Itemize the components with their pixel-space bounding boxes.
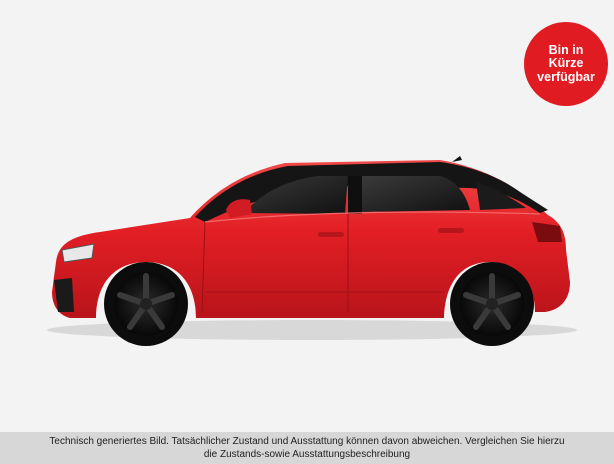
- b-pillar: [348, 176, 362, 214]
- car-image[interactable]: [0, 0, 614, 432]
- car-side-view-image: [47, 156, 577, 346]
- disclaimer-line-1: Technisch generiertes Bild. Tatsächliche…: [49, 436, 565, 447]
- availability-badge: Bin in Kürze verfügbar: [524, 22, 608, 106]
- rear-wheel: [450, 262, 534, 346]
- image-disclaimer: Technisch generiertes Bild. Tatsächliche…: [0, 432, 614, 464]
- front-door-handle: [318, 232, 344, 237]
- disclaimer-line-2: die Zustands-sowie Ausstattungsbeschreib…: [203, 449, 411, 460]
- rear-door-handle: [438, 228, 464, 233]
- availability-badge-text: Bin in Kürze verfügbar: [537, 42, 595, 84]
- vehicle-image-frame: Bin in Kürze verfügbar Technisch generie…: [0, 0, 614, 464]
- front-wheel: [104, 262, 188, 346]
- roof-antenna: [452, 156, 462, 162]
